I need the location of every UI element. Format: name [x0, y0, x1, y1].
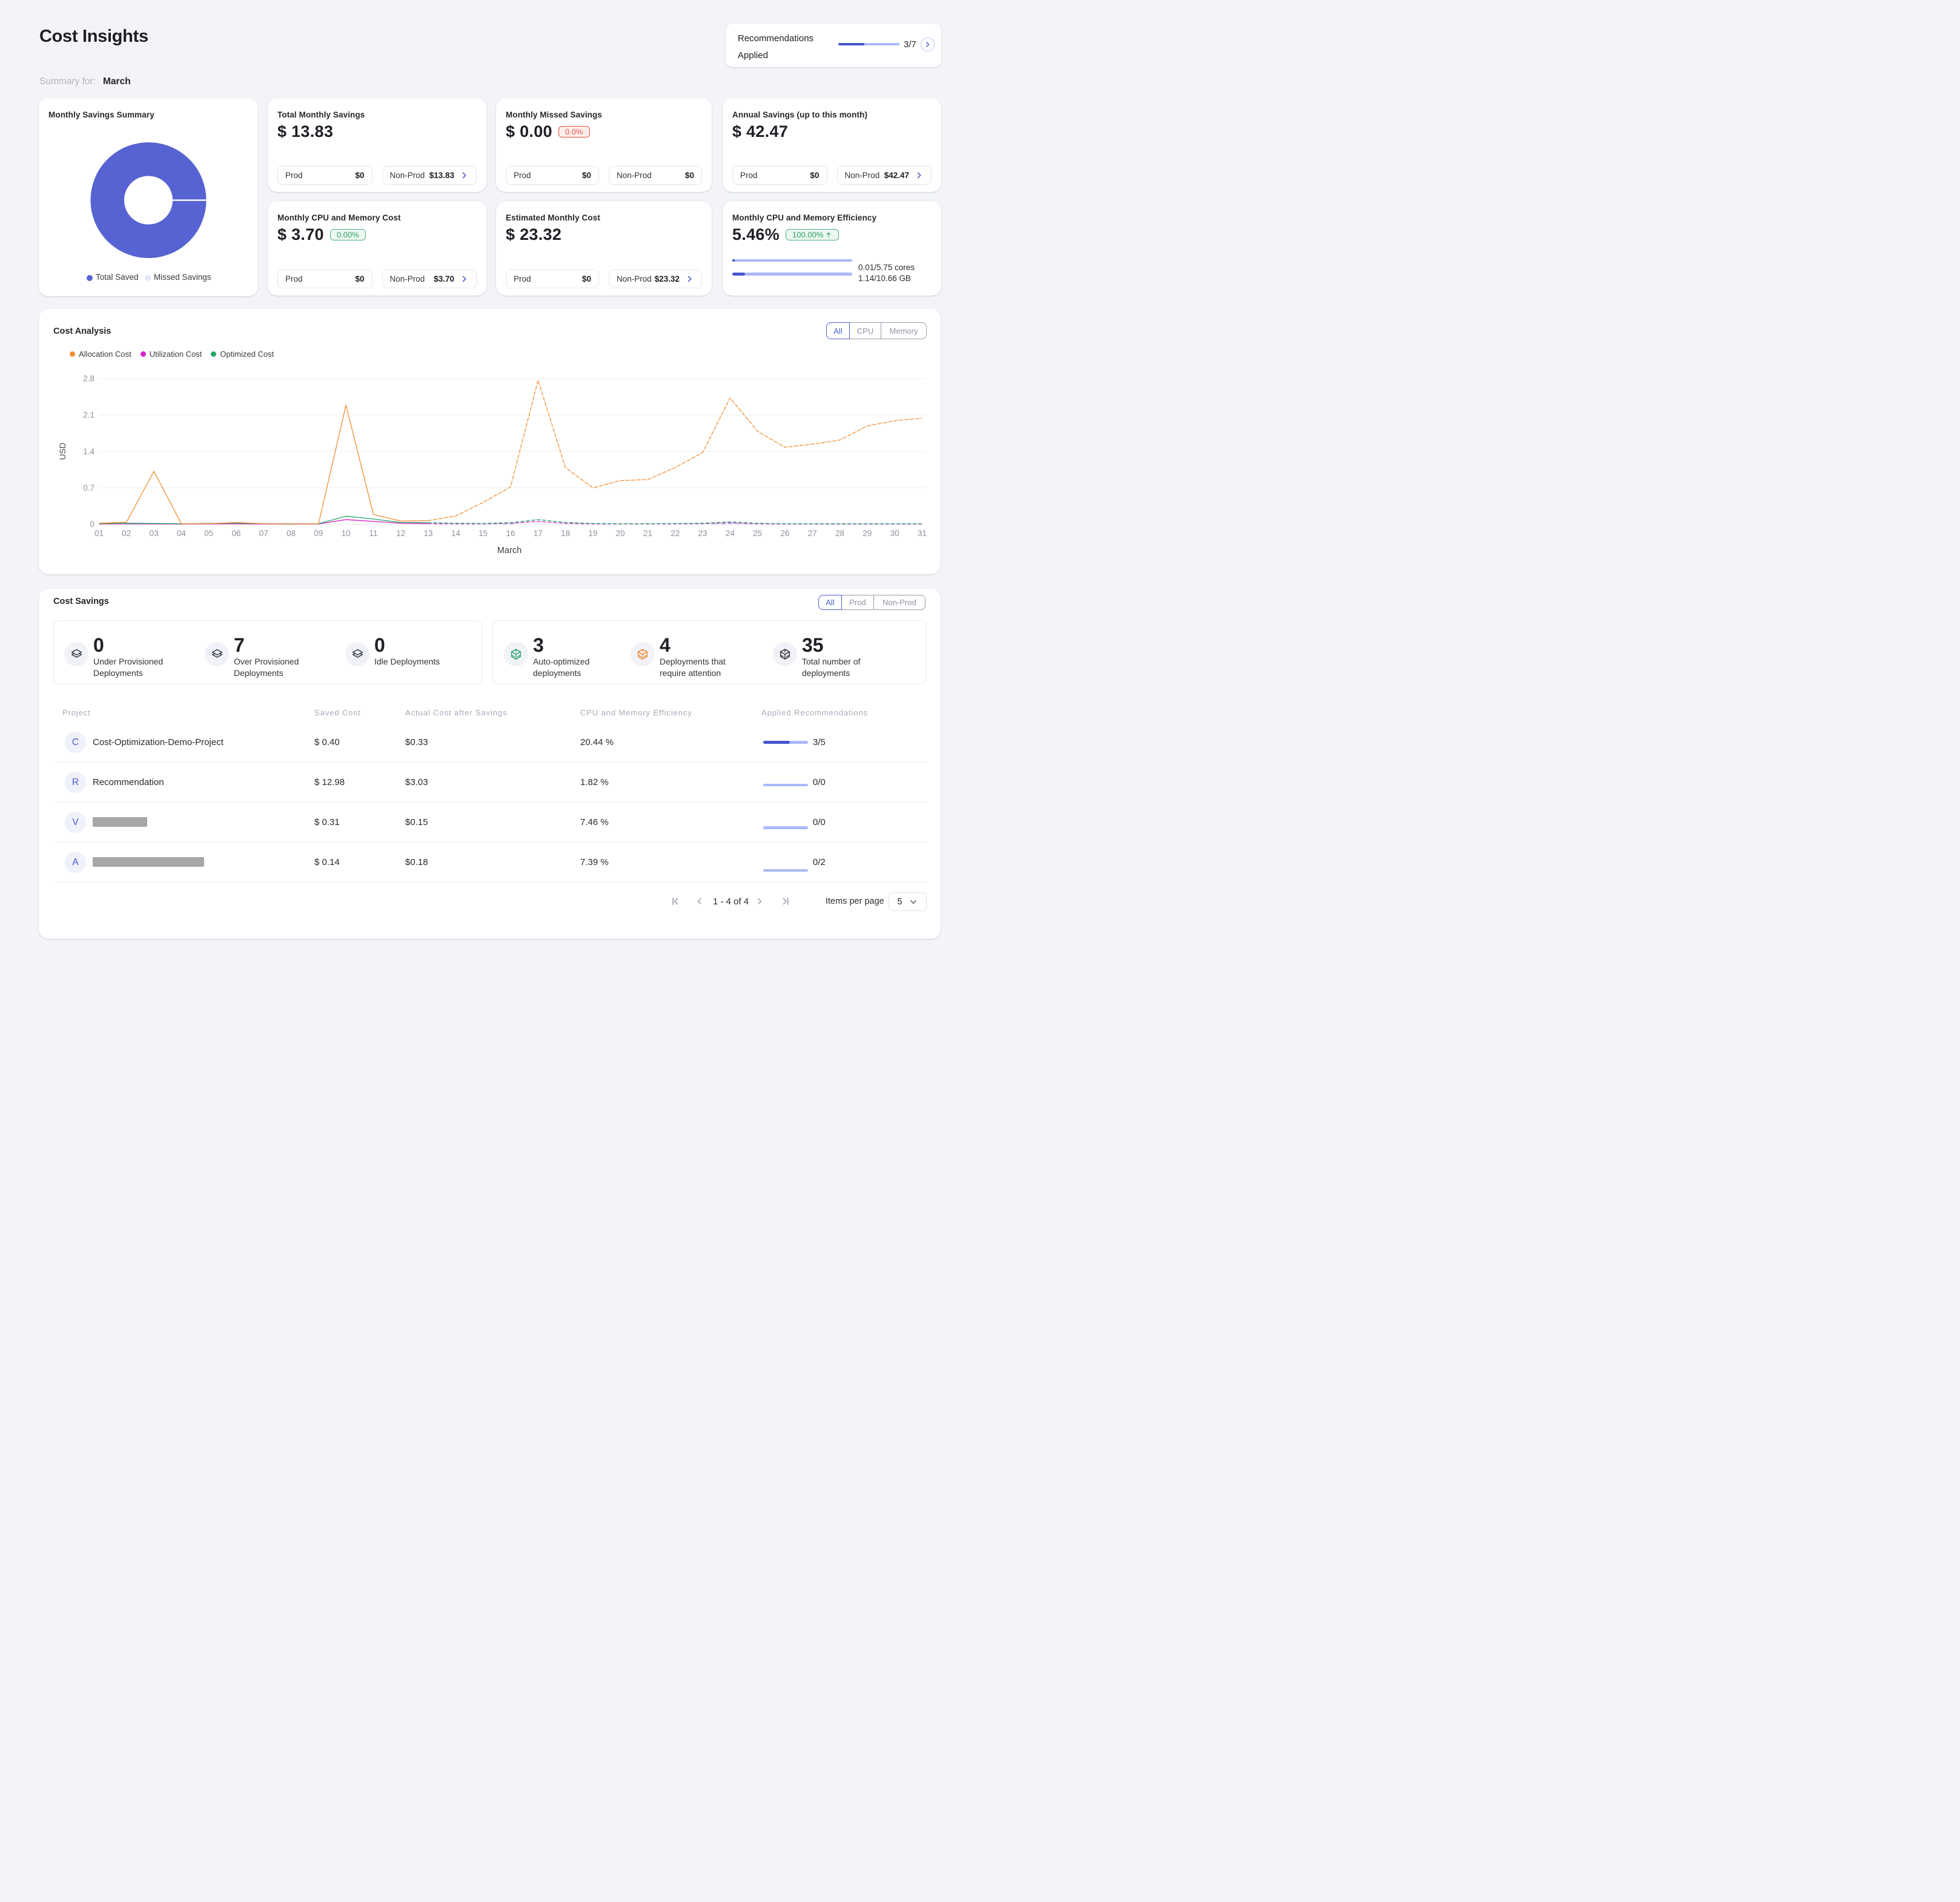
svg-text:15: 15 — [478, 529, 488, 538]
svg-text:22: 22 — [670, 529, 680, 538]
svg-text:27: 27 — [808, 529, 817, 538]
svg-text:0.7: 0.7 — [83, 483, 94, 492]
svg-text:30: 30 — [890, 529, 899, 538]
svg-text:March: March — [497, 546, 521, 555]
svg-text:08: 08 — [286, 529, 296, 538]
svg-text:21: 21 — [643, 529, 652, 538]
svg-text:14: 14 — [451, 529, 461, 538]
svg-text:13: 13 — [424, 529, 433, 538]
svg-text:31: 31 — [918, 529, 927, 538]
svg-text:26: 26 — [780, 529, 789, 538]
svg-text:17: 17 — [534, 529, 543, 538]
svg-text:11: 11 — [369, 529, 377, 538]
svg-text:03: 03 — [150, 529, 159, 538]
svg-text:01: 01 — [94, 529, 104, 538]
svg-text:16: 16 — [506, 529, 515, 538]
svg-text:0: 0 — [90, 520, 94, 529]
svg-text:2.8: 2.8 — [83, 374, 94, 383]
svg-text:USD: USD — [58, 443, 67, 460]
svg-text:07: 07 — [259, 529, 268, 538]
svg-text:1.4: 1.4 — [83, 447, 94, 456]
svg-text:04: 04 — [177, 529, 187, 538]
svg-text:09: 09 — [314, 529, 323, 538]
svg-text:05: 05 — [204, 529, 213, 538]
svg-text:23: 23 — [698, 529, 707, 538]
svg-text:2.1: 2.1 — [83, 411, 94, 420]
svg-text:06: 06 — [231, 529, 240, 538]
svg-text:18: 18 — [561, 529, 570, 538]
svg-text:28: 28 — [835, 529, 844, 538]
svg-text:24: 24 — [726, 529, 735, 538]
svg-text:20: 20 — [616, 529, 625, 538]
svg-text:10: 10 — [342, 529, 351, 538]
svg-text:29: 29 — [862, 529, 872, 538]
svg-text:19: 19 — [588, 529, 597, 538]
svg-text:25: 25 — [753, 529, 762, 538]
svg-text:12: 12 — [396, 529, 405, 538]
svg-text:02: 02 — [122, 529, 131, 538]
